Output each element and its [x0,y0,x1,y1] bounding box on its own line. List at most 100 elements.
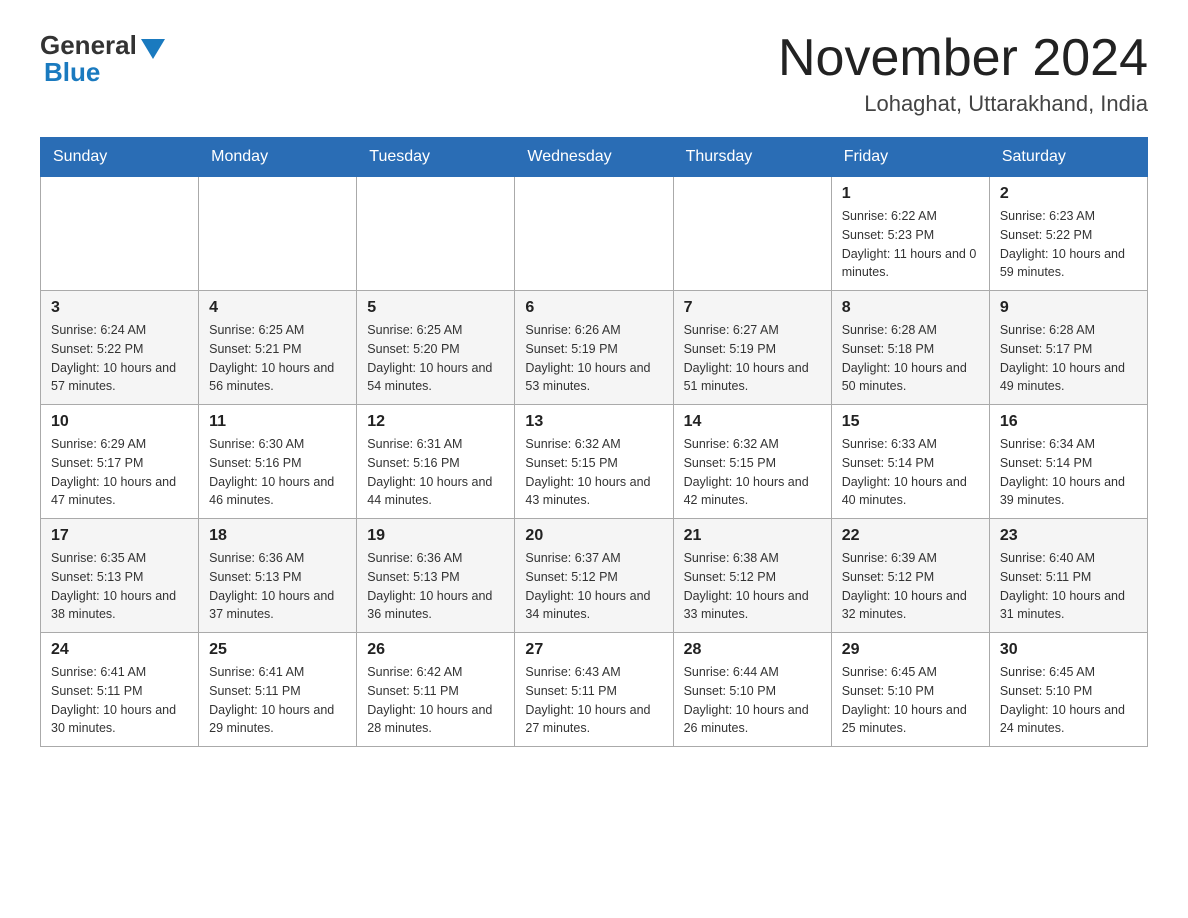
day-info: Sunrise: 6:45 AM Sunset: 5:10 PM Dayligh… [842,663,979,738]
calendar-week-row: 17Sunrise: 6:35 AM Sunset: 5:13 PM Dayli… [41,519,1148,633]
calendar-week-row: 3 Sunrise: 6:24 AM Sunset: 5:22 PM Daylig… [41,291,1148,405]
calendar-cell [673,177,831,291]
day-info: Sunrise: 6:24 AM Sunset: 5:22 PM Dayligh… [51,321,188,396]
calendar-week-row: 1 Sunrise: 6:22 AM Sunset: 5:23 PM Daylig… [41,177,1148,291]
day-info: Sunrise: 6:32 AM Sunset: 5:15 PM Dayligh… [684,435,821,510]
day-info: Sunrise: 6:33 AM Sunset: 5:14 PM Dayligh… [842,435,979,510]
calendar-cell: 20Sunrise: 6:37 AM Sunset: 5:12 PM Dayli… [515,519,673,633]
day-info: Sunrise: 6:26 AM Sunset: 5:19 PM Dayligh… [525,321,662,396]
day-info: Sunrise: 6:41 AM Sunset: 5:11 PM Dayligh… [209,663,346,738]
day-info: Sunrise: 6:44 AM Sunset: 5:10 PM Dayligh… [684,663,821,738]
day-number: 17 [51,527,188,545]
calendar-cell: 2 Sunrise: 6:23 AM Sunset: 5:22 PM Daylig… [989,177,1147,291]
calendar-cell: 21Sunrise: 6:38 AM Sunset: 5:12 PM Dayli… [673,519,831,633]
column-header-sunday: Sunday [41,138,199,177]
calendar-cell: 27 Sunrise: 6:43 AM Sunset: 5:11 PM Dayli… [515,633,673,747]
title-section: November 2024 Lohaghat, Uttarakhand, Ind… [778,30,1148,117]
calendar-cell: 19 Sunrise: 6:36 AM Sunset: 5:13 PM Dayli… [357,519,515,633]
day-info: Sunrise: 6:25 AM Sunset: 5:20 PM Dayligh… [367,321,504,396]
day-number: 25 [209,641,346,659]
day-info: Sunrise: 6:30 AM Sunset: 5:16 PM Dayligh… [209,435,346,510]
day-info: Sunrise: 6:42 AM Sunset: 5:11 PM Dayligh… [367,663,504,738]
day-number: 20 [525,527,662,545]
day-info: Sunrise: 6:28 AM Sunset: 5:17 PM Dayligh… [1000,321,1137,396]
calendar-cell: 18 Sunrise: 6:36 AM Sunset: 5:13 PM Dayli… [199,519,357,633]
logo-triangle-icon [141,39,165,59]
day-number: 4 [209,299,346,317]
calendar-cell [357,177,515,291]
day-info: Sunrise: 6:41 AM Sunset: 5:11 PM Dayligh… [51,663,188,738]
calendar-table: SundayMondayTuesdayWednesdayThursdayFrid… [40,137,1148,747]
day-number: 28 [684,641,821,659]
calendar-cell [515,177,673,291]
day-number: 23 [1000,527,1137,545]
day-info: Sunrise: 6:45 AM Sunset: 5:10 PM Dayligh… [1000,663,1137,738]
day-info: Sunrise: 6:36 AM Sunset: 5:13 PM Dayligh… [367,549,504,624]
day-number: 3 [51,299,188,317]
day-info: Sunrise: 6:22 AM Sunset: 5:23 PM Dayligh… [842,207,979,282]
day-number: 14 [684,413,821,431]
day-info: Sunrise: 6:31 AM Sunset: 5:16 PM Dayligh… [367,435,504,510]
calendar-header-row: SundayMondayTuesdayWednesdayThursdayFrid… [41,138,1148,177]
column-header-thursday: Thursday [673,138,831,177]
day-number: 15 [842,413,979,431]
calendar-cell: 22Sunrise: 6:39 AM Sunset: 5:12 PM Dayli… [831,519,989,633]
calendar-cell: 4 Sunrise: 6:25 AM Sunset: 5:21 PM Daylig… [199,291,357,405]
day-number: 30 [1000,641,1137,659]
calendar-cell [199,177,357,291]
day-number: 16 [1000,413,1137,431]
calendar-cell: 1 Sunrise: 6:22 AM Sunset: 5:23 PM Daylig… [831,177,989,291]
location-title: Lohaghat, Uttarakhand, India [778,91,1148,117]
day-number: 7 [684,299,821,317]
day-info: Sunrise: 6:43 AM Sunset: 5:11 PM Dayligh… [525,663,662,738]
calendar-cell: 28 Sunrise: 6:44 AM Sunset: 5:10 PM Dayli… [673,633,831,747]
calendar-cell: 12 Sunrise: 6:31 AM Sunset: 5:16 PM Dayli… [357,405,515,519]
logo: General Blue [40,30,165,88]
calendar-cell: 29 Sunrise: 6:45 AM Sunset: 5:10 PM Dayli… [831,633,989,747]
calendar-cell: 26 Sunrise: 6:42 AM Sunset: 5:11 PM Dayli… [357,633,515,747]
column-header-friday: Friday [831,138,989,177]
logo-blue-text: Blue [40,57,100,88]
day-info: Sunrise: 6:25 AM Sunset: 5:21 PM Dayligh… [209,321,346,396]
day-number: 29 [842,641,979,659]
calendar-cell: 13 Sunrise: 6:32 AM Sunset: 5:15 PM Dayli… [515,405,673,519]
calendar-cell: 17Sunrise: 6:35 AM Sunset: 5:13 PM Dayli… [41,519,199,633]
day-number: 2 [1000,185,1137,203]
day-number: 12 [367,413,504,431]
column-header-tuesday: Tuesday [357,138,515,177]
day-number: 27 [525,641,662,659]
calendar-cell: 30 Sunrise: 6:45 AM Sunset: 5:10 PM Dayli… [989,633,1147,747]
calendar-cell: 5Sunrise: 6:25 AM Sunset: 5:20 PM Daylig… [357,291,515,405]
day-info: Sunrise: 6:28 AM Sunset: 5:18 PM Dayligh… [842,321,979,396]
month-title: November 2024 [778,30,1148,87]
calendar-cell: 8Sunrise: 6:28 AM Sunset: 5:18 PM Daylig… [831,291,989,405]
day-number: 21 [684,527,821,545]
calendar-cell: 6 Sunrise: 6:26 AM Sunset: 5:19 PM Daylig… [515,291,673,405]
day-info: Sunrise: 6:36 AM Sunset: 5:13 PM Dayligh… [209,549,346,624]
column-header-saturday: Saturday [989,138,1147,177]
calendar-cell: 3 Sunrise: 6:24 AM Sunset: 5:22 PM Daylig… [41,291,199,405]
day-info: Sunrise: 6:34 AM Sunset: 5:14 PM Dayligh… [1000,435,1137,510]
day-number: 26 [367,641,504,659]
day-info: Sunrise: 6:29 AM Sunset: 5:17 PM Dayligh… [51,435,188,510]
calendar-cell: 7 Sunrise: 6:27 AM Sunset: 5:19 PM Daylig… [673,291,831,405]
day-number: 6 [525,299,662,317]
calendar-cell: 23Sunrise: 6:40 AM Sunset: 5:11 PM Dayli… [989,519,1147,633]
calendar-cell: 25 Sunrise: 6:41 AM Sunset: 5:11 PM Dayli… [199,633,357,747]
day-info: Sunrise: 6:27 AM Sunset: 5:19 PM Dayligh… [684,321,821,396]
page-header: General Blue November 2024 Lohaghat, Utt… [40,30,1148,117]
day-info: Sunrise: 6:23 AM Sunset: 5:22 PM Dayligh… [1000,207,1137,282]
day-number: 1 [842,185,979,203]
day-number: 9 [1000,299,1137,317]
day-number: 11 [209,413,346,431]
day-number: 13 [525,413,662,431]
calendar-cell: 9 Sunrise: 6:28 AM Sunset: 5:17 PM Daylig… [989,291,1147,405]
calendar-cell: 10Sunrise: 6:29 AM Sunset: 5:17 PM Dayli… [41,405,199,519]
calendar-cell [41,177,199,291]
day-number: 19 [367,527,504,545]
column-header-wednesday: Wednesday [515,138,673,177]
calendar-cell: 16 Sunrise: 6:34 AM Sunset: 5:14 PM Dayli… [989,405,1147,519]
day-info: Sunrise: 6:32 AM Sunset: 5:15 PM Dayligh… [525,435,662,510]
day-number: 22 [842,527,979,545]
day-number: 18 [209,527,346,545]
